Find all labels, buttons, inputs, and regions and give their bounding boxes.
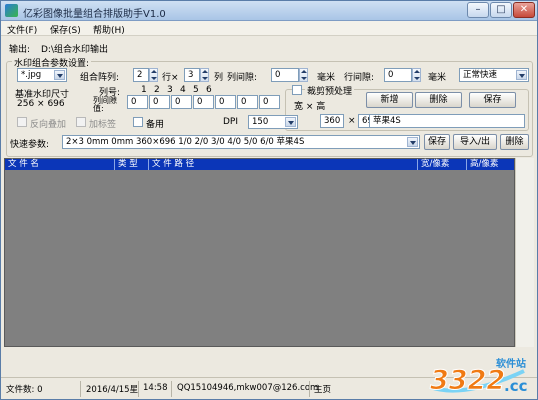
format-value: *.jpg <box>21 70 42 80</box>
new-button[interactable]: 新增 <box>366 92 413 108</box>
cols-input[interactable]: 3 <box>184 68 200 82</box>
col-gap-label: 列间隙: <box>227 73 258 83</box>
col-gap-input[interactable]: 0 <box>271 68 299 82</box>
quick-value: 2×3 0mm 0mm 360×696 1/0 2/0 3/0 4/0 5/0 … <box>66 137 305 147</box>
menu-file[interactable]: 文件(F) <box>7 23 37 36</box>
col-gap-spinner[interactable] <box>299 68 308 82</box>
file-list[interactable]: 文 件 名 类 型 文 件 路 径 宽/像素 高/像素 <box>4 158 515 347</box>
col-number-4: 4 <box>180 85 186 95</box>
col-number-5: 5 <box>193 85 199 95</box>
minimize-button[interactable]: – <box>467 2 489 18</box>
col-type[interactable]: 类 型 <box>115 159 149 170</box>
col-number-1: 1 <box>141 85 147 95</box>
window-title: 亿彩图像批量组合排版助手V1.0 <box>23 9 166 20</box>
menu-save[interactable]: 保存(S) <box>50 23 81 36</box>
add-label-checkbox[interactable] <box>76 117 86 127</box>
status-contact[interactable]: QQ15104946,mkw007@126.com <box>177 383 318 393</box>
status-divider <box>309 381 310 397</box>
watermark-logo: 3322 .cc 软件站 <box>429 357 527 397</box>
delete-button[interactable]: 删除 <box>415 92 462 108</box>
watermark-main: 3322 <box>430 365 505 396</box>
maximize-button[interactable]: □ <box>490 2 512 18</box>
save-button[interactable]: 保存 <box>469 92 516 108</box>
status-divider <box>80 381 81 397</box>
col-width[interactable]: 宽/像素 <box>418 159 467 170</box>
col-file-name[interactable]: 文 件 名 <box>5 159 115 170</box>
dpi-select[interactable]: 150 <box>248 115 298 129</box>
status-time: 14:58 <box>143 383 168 393</box>
dpi-label: DPI <box>223 117 239 127</box>
cols-unit: 列 <box>214 73 224 83</box>
status-divider <box>171 381 172 397</box>
rows-input[interactable]: 2 <box>133 68 149 82</box>
matrix-label: 组合阵列: <box>80 73 120 83</box>
mode-dropdown-arrow[interactable] <box>516 70 527 80</box>
output-label: 输出: <box>9 45 31 55</box>
gap-value-6[interactable]: 0 <box>237 95 258 109</box>
row-gap-spinner[interactable] <box>412 68 421 82</box>
format-dropdown-arrow[interactable] <box>54 70 65 80</box>
reverse-label: 反向叠加 <box>30 120 67 130</box>
dpi-value: 150 <box>252 117 269 127</box>
gap-value-1[interactable]: 0 <box>127 95 148 109</box>
crop-label: 裁剪预处理 <box>305 84 355 97</box>
backup-checkbox[interactable] <box>133 117 143 127</box>
times-sign: × <box>348 116 356 126</box>
cols-spinner[interactable] <box>200 68 209 82</box>
quick-dropdown-arrow[interactable] <box>407 137 418 147</box>
app-icon <box>5 4 18 17</box>
status-date: 2016/4/15星 <box>86 385 139 395</box>
preset-name-input[interactable]: 苹果4S <box>369 114 525 128</box>
col-path[interactable]: 文 件 路 径 <box>149 159 418 170</box>
output-path[interactable]: D:\组合水印输出 <box>41 42 108 55</box>
gap-value-3[interactable]: 0 <box>171 95 192 109</box>
backup-label: 备用 <box>146 120 165 130</box>
format-select[interactable]: *.jpg <box>17 68 67 82</box>
gap-value-5[interactable]: 0 <box>215 95 236 109</box>
quick-delete-button[interactable]: 删除 <box>500 134 529 150</box>
title-bar: 亿彩图像批量组合排版助手V1.0 – □ ✕ <box>1 1 537 21</box>
col-height[interactable]: 高/像素 <box>467 159 514 170</box>
close-button[interactable]: ✕ <box>513 2 535 18</box>
quick-select[interactable]: 2×3 0mm 0mm 360×696 1/0 2/0 3/0 4/0 5/0 … <box>62 135 420 149</box>
base-size-value: 256 × 696 <box>17 99 65 109</box>
col-gap-value-label-2: 值: <box>93 104 104 113</box>
add-label-label: 加标签 <box>89 120 117 130</box>
watermark-suffix: .cc <box>504 377 527 395</box>
site-watermark: 3322 .cc 软件站 <box>424 353 537 399</box>
file-list-header: 文 件 名 类 型 文 件 路 径 宽/像素 高/像素 <box>5 159 514 170</box>
import-export-button[interactable]: 导入/出 <box>453 134 497 150</box>
crop-checkbox[interactable] <box>292 85 302 95</box>
dpi-dropdown-arrow[interactable] <box>285 117 296 127</box>
crop-width-input[interactable]: 360 <box>320 114 344 128</box>
menu-help[interactable]: 帮助(H) <box>93 23 125 36</box>
col-number-2: 2 <box>154 85 160 95</box>
status-home-link[interactable]: 主页 <box>314 383 331 395</box>
col-gap-unit: 毫米 <box>317 73 336 83</box>
reverse-checkbox[interactable] <box>17 117 27 127</box>
watermark-site: 软件站 <box>496 357 526 370</box>
rows-unit: 行× <box>162 73 179 83</box>
gap-value-2[interactable]: 0 <box>149 95 170 109</box>
quick-label: 快速参数: <box>10 140 50 150</box>
row-gap-label: 行间隙: <box>344 73 375 83</box>
gap-value-7[interactable]: 0 <box>259 95 280 109</box>
vertical-scrollbar[interactable] <box>515 158 534 347</box>
mode-value: 正常快速 <box>463 70 498 80</box>
menu-bar: 文件(F) 保存(S) 帮助(H) <box>1 21 537 36</box>
quick-save-button[interactable]: 保存 <box>424 134 450 150</box>
wh-label: 宽 × 高 <box>294 102 326 112</box>
gap-value-4[interactable]: 0 <box>193 95 214 109</box>
app-window: 亿彩图像批量组合排版助手V1.0 – □ ✕ 文件(F) 保存(S) 帮助(H)… <box>0 0 538 400</box>
status-divider <box>138 381 139 397</box>
mode-select[interactable]: 正常快速 <box>459 68 529 82</box>
row-gap-input[interactable]: 0 <box>384 68 412 82</box>
file-count: 文件数: 0 <box>6 385 43 395</box>
col-number-3: 3 <box>167 85 173 95</box>
row-gap-unit: 毫米 <box>428 73 447 83</box>
rows-spinner[interactable] <box>149 68 158 82</box>
col-number-6: 6 <box>206 85 212 95</box>
